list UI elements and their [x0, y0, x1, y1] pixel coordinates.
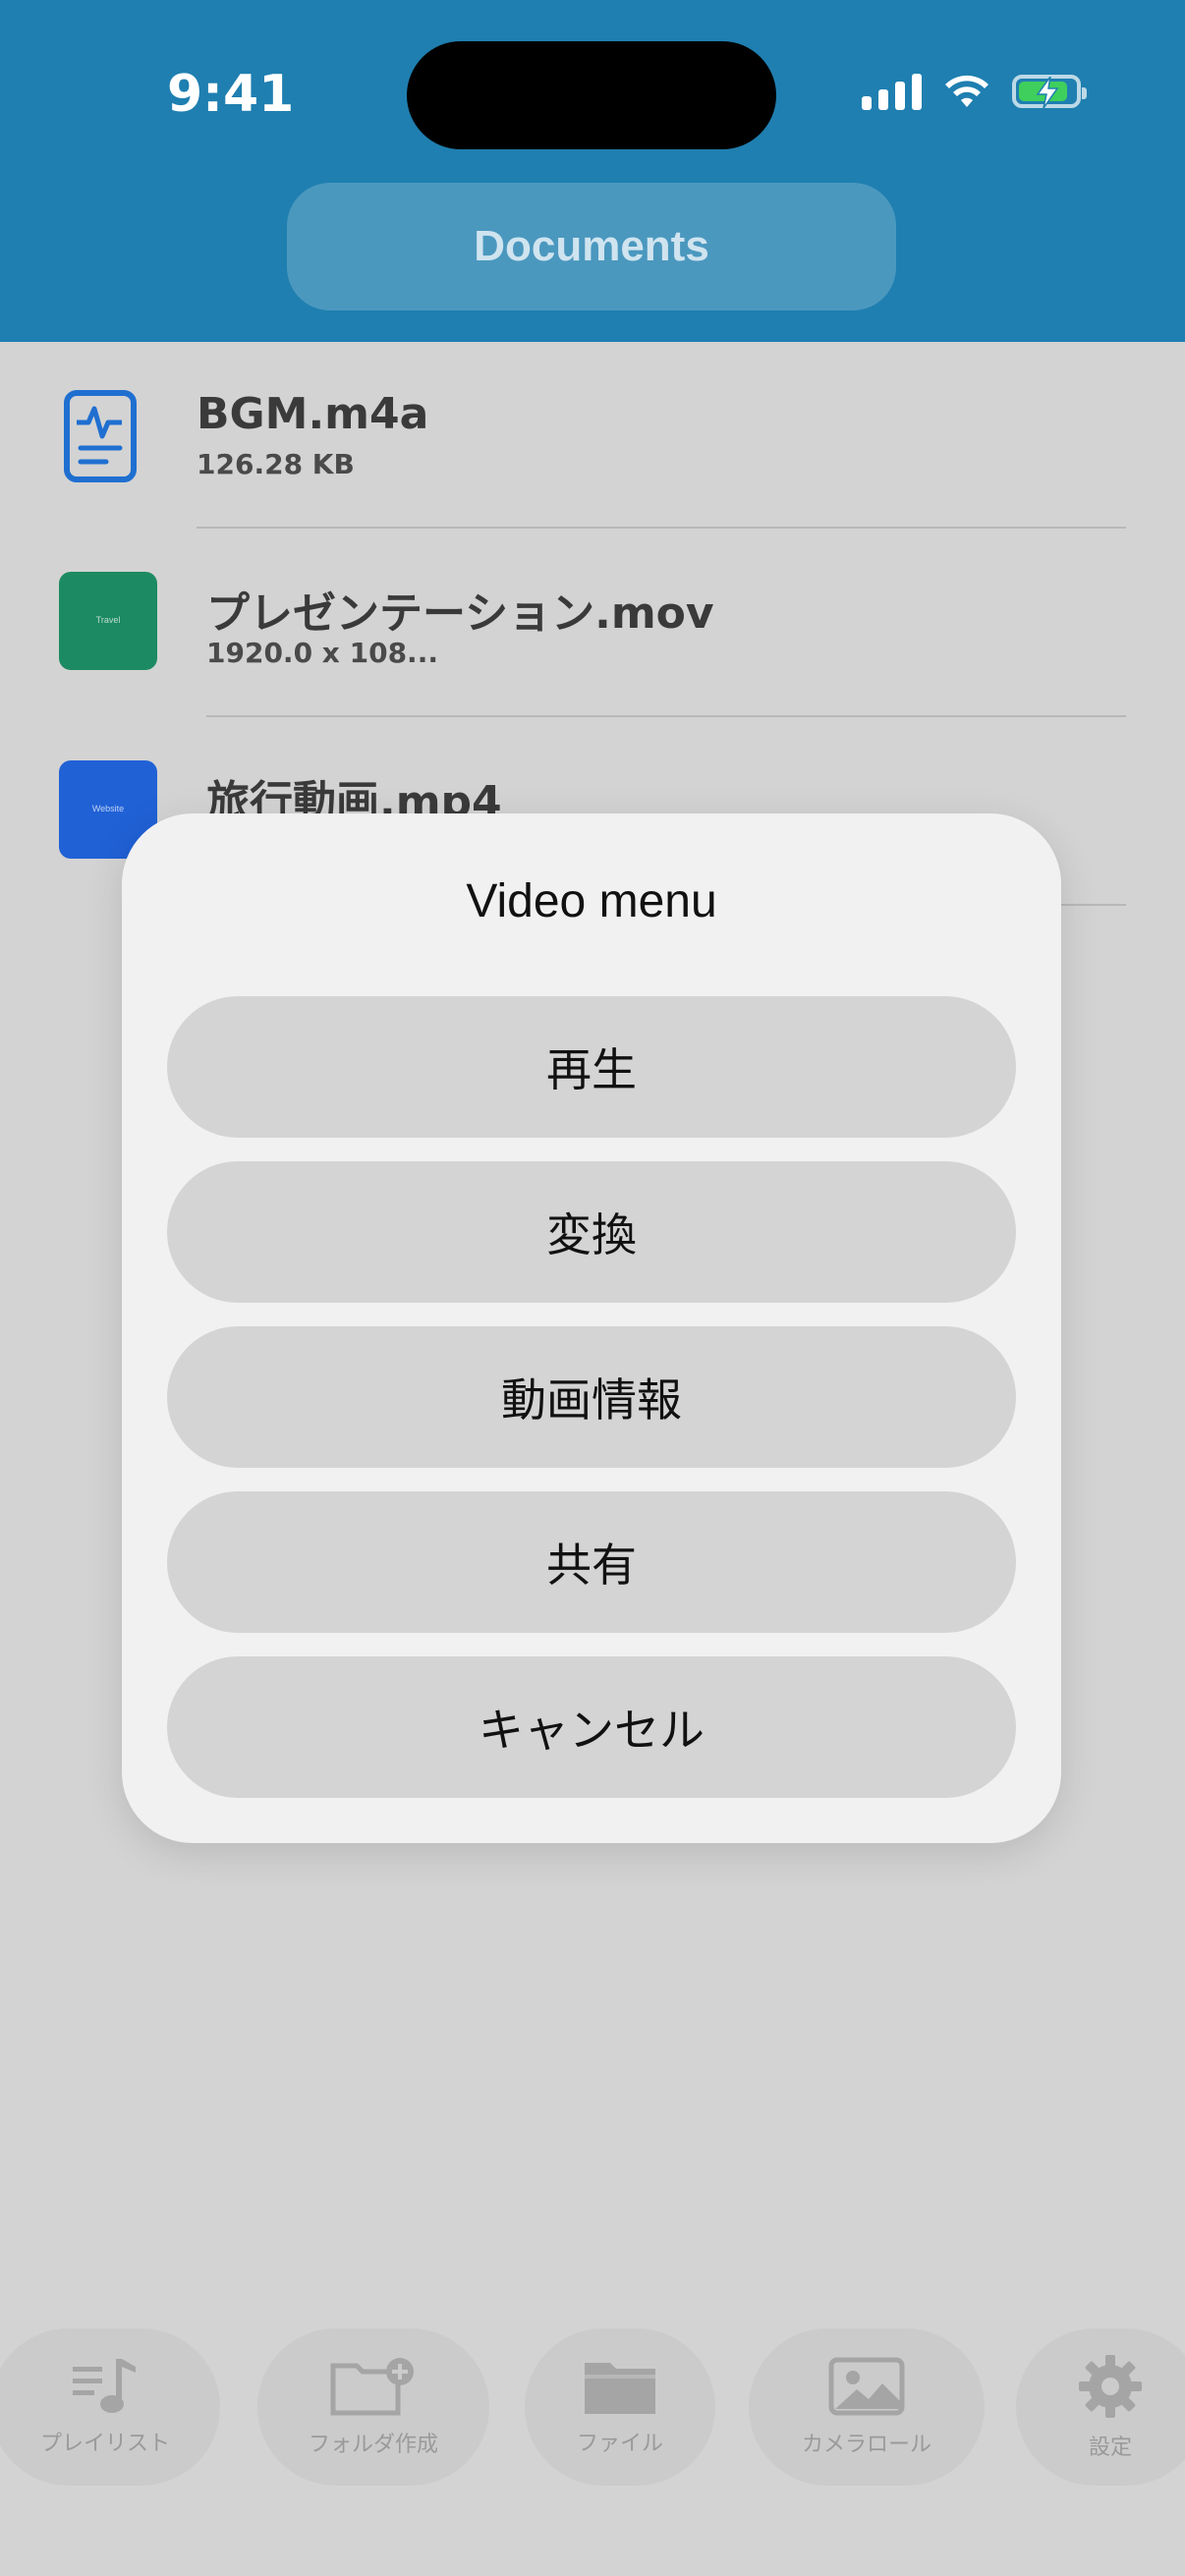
- page-title[interactable]: Documents: [287, 183, 896, 310]
- file-name: プレゼンテーション.mov: [206, 588, 714, 639]
- dialog-title: Video menu: [466, 875, 717, 927]
- tab-playlist[interactable]: プレイリスト: [0, 2328, 220, 2486]
- convert-button[interactable]: 変換: [167, 1161, 1016, 1303]
- divider: [197, 527, 1126, 529]
- folder-icon: [585, 2363, 655, 2414]
- cancel-button[interactable]: キャンセル: [167, 1656, 1016, 1798]
- share-button[interactable]: 共有: [167, 1491, 1016, 1633]
- tab-label: 設定: [1088, 2435, 1132, 2459]
- tab-label: カメラロール: [801, 2432, 931, 2456]
- playlist-icon: [73, 2359, 136, 2413]
- audio-document-icon: [64, 390, 137, 482]
- play-button[interactable]: 再生: [167, 996, 1016, 1138]
- video-thumbnail: Travel: [59, 572, 157, 670]
- tab-files[interactable]: ファイル: [525, 2328, 715, 2486]
- file-detail: 126.28 KB: [197, 448, 355, 480]
- signal-icon: [862, 73, 922, 110]
- file-detail: 1920.0 x 108...: [206, 637, 438, 669]
- tab-bar: プレイリスト フォルダ作成 ファイル カメラロール 設定: [0, 2328, 1185, 2495]
- status-icons: [862, 73, 1087, 110]
- video-menu-dialog: Video menu 再生 変換 動画情報 共有 キャンセル: [122, 813, 1061, 1843]
- tab-label: フォルダ作成: [308, 2432, 438, 2456]
- video-info-button[interactable]: 動画情報: [167, 1326, 1016, 1468]
- divider: [206, 715, 1126, 717]
- wifi-icon: [945, 75, 988, 107]
- tab-label: プレイリスト: [39, 2431, 170, 2455]
- dynamic-island: [407, 41, 776, 149]
- status-time: 9:41: [167, 65, 295, 124]
- file-name: BGM.m4a: [197, 389, 429, 439]
- tab-camera-roll[interactable]: カメラロール: [749, 2328, 985, 2486]
- list-item[interactable]: BGM.m4a 126.28 KB: [0, 342, 1185, 529]
- battery-icon: [1012, 75, 1087, 108]
- list-item[interactable]: Travel プレゼンテーション.mov 1920.0 x 108...: [0, 531, 1185, 717]
- photo-icon: [828, 2357, 905, 2416]
- folder-add-icon: [330, 2358, 414, 2416]
- tab-create-folder[interactable]: フォルダ作成: [257, 2328, 489, 2486]
- gear-icon: [1079, 2355, 1142, 2418]
- tab-settings[interactable]: 設定: [1016, 2328, 1185, 2486]
- tab-label: ファイル: [576, 2431, 663, 2455]
- app-header: 9:41 Documents: [0, 0, 1185, 342]
